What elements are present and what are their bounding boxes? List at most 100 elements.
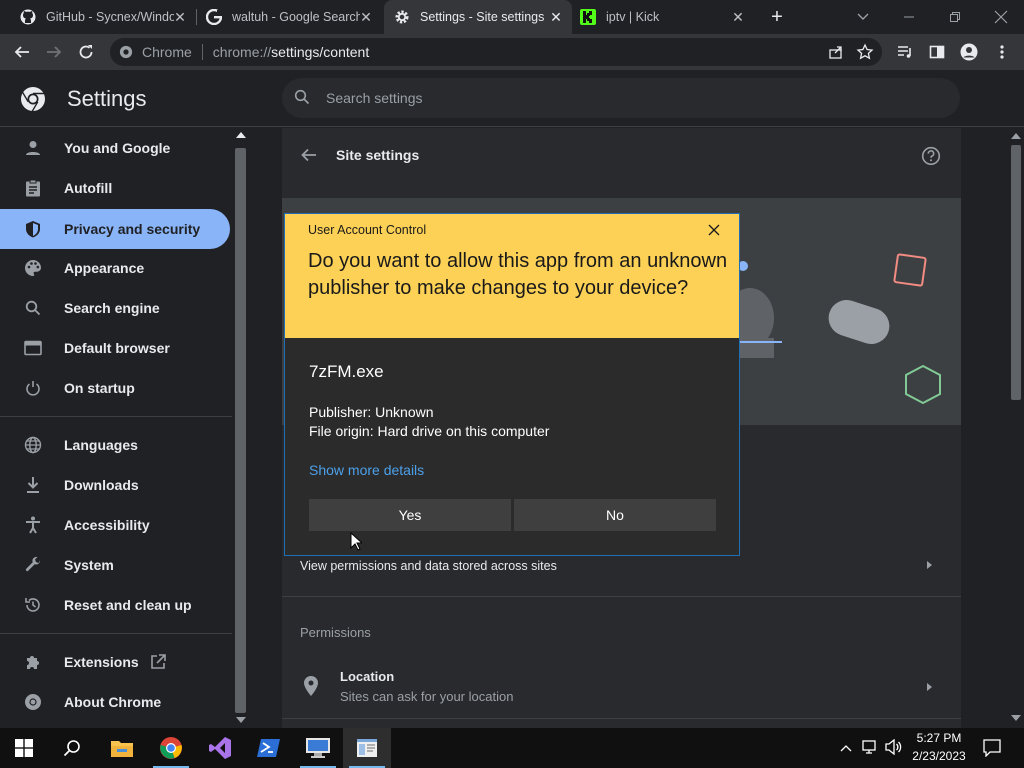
browser-icon <box>22 338 44 358</box>
sidebar-item-languages[interactable]: Languages <box>0 425 230 465</box>
sidebar-item-extensions[interactable]: Extensions <box>0 642 230 682</box>
settings-header: Settings Search settings <box>0 70 1024 127</box>
sidebar-item-appearance[interactable]: Appearance <box>0 248 230 288</box>
sidebar-item-downloads[interactable]: Downloads <box>0 465 230 505</box>
chevron-right-icon <box>927 561 932 569</box>
power-icon <box>22 378 44 398</box>
browser-toolbar: Chrome chrome://settings/content <box>0 34 1024 70</box>
tab-google-search[interactable]: waltuh - Google Search ✕ <box>198 0 382 34</box>
sidebar-item-label: About Chrome <box>64 694 162 710</box>
minimize-icon[interactable] <box>897 5 921 29</box>
network-icon[interactable] <box>862 739 880 760</box>
sidebar-item-privacy-security[interactable]: Privacy and security <box>0 209 230 249</box>
sidebar-item-about-chrome[interactable]: About Chrome <box>0 682 230 722</box>
reload-icon[interactable] <box>74 40 98 64</box>
back-arrow-icon[interactable] <box>300 146 318 169</box>
sidebar-item-label: Reset and clean up <box>64 597 192 613</box>
media-control-icon[interactable] <box>893 40 917 64</box>
remote-desktop-icon[interactable] <box>294 728 342 768</box>
sidebar-item-search-engine[interactable]: Search engine <box>0 288 230 328</box>
clock-date[interactable]: 2/23/2023 <box>905 749 973 763</box>
app-window-icon[interactable] <box>343 728 391 768</box>
back-icon[interactable] <box>10 40 34 64</box>
tab-title: waltuh - Google Search <box>232 10 360 24</box>
uac-banner: User Account Control Do you want to allo… <box>285 214 739 338</box>
url-scheme: chrome:// <box>212 44 272 60</box>
sidebar-item-label: Downloads <box>64 477 139 493</box>
address-bar[interactable]: Chrome chrome://settings/content <box>110 38 882 66</box>
sidebar-item-label: Search engine <box>64 300 160 316</box>
uac-question: Do you want to allow this app from an un… <box>308 250 728 299</box>
start-icon[interactable] <box>0 728 48 768</box>
shield-icon <box>22 219 44 239</box>
person-icon <box>22 138 44 158</box>
page-title: Settings <box>67 86 147 111</box>
search-placeholder: Search settings <box>326 90 423 106</box>
side-panel-icon[interactable] <box>925 40 949 64</box>
uac-window-title: User Account Control <box>308 223 427 237</box>
share-icon[interactable] <box>828 44 844 63</box>
search-settings-input[interactable]: Search settings <box>282 78 960 118</box>
close-tab-icon[interactable]: ✕ <box>548 9 564 25</box>
tray-chevron-up-icon[interactable] <box>840 741 852 759</box>
uac-dialog: User Account Control Do you want to allo… <box>284 213 740 556</box>
windows-taskbar: 5:27 PM 2/23/2023 <box>0 728 1024 768</box>
help-icon[interactable] <box>921 146 941 171</box>
location-subtitle: Sites can ask for your location <box>340 689 514 704</box>
menu-kebab-icon[interactable] <box>990 40 1014 64</box>
no-button[interactable]: No <box>514 499 716 531</box>
tab-title: Settings - Site settings <box>420 10 545 24</box>
show-more-details-link[interactable]: Show more details <box>309 462 424 478</box>
reset-icon <box>22 595 44 615</box>
url-path: settings/content <box>271 44 370 60</box>
sidebar-item-default-browser[interactable]: Default browser <box>0 328 230 368</box>
bookmark-star-icon[interactable] <box>856 43 874 64</box>
sidebar-item-system[interactable]: System <box>0 545 230 585</box>
clock-time[interactable]: 5:27 PM <box>905 731 973 745</box>
taskbar-search-icon[interactable] <box>48 728 96 768</box>
sidebar-item-label: Languages <box>64 437 138 453</box>
sidebar-item-label: Privacy and security <box>64 221 201 237</box>
notifications-icon[interactable] <box>983 739 1001 762</box>
close-tab-icon[interactable]: ✕ <box>730 9 746 25</box>
forward-icon[interactable] <box>42 40 66 64</box>
profile-avatar-icon[interactable] <box>957 40 981 64</box>
tab-github[interactable]: GitHub - Sycnex/Windo ✕ <box>12 0 196 34</box>
sidebar-item-autofill[interactable]: Autofill <box>0 168 230 208</box>
close-window-icon[interactable] <box>989 5 1013 29</box>
close-tab-icon[interactable]: ✕ <box>358 9 374 25</box>
puzzle-icon <box>22 652 44 672</box>
powershell-icon[interactable] <box>245 728 293 768</box>
tab-strip: GitHub - Sycnex/Windo ✕ waltuh - Google … <box>0 0 1024 34</box>
chrome-taskbar-icon[interactable] <box>147 728 195 768</box>
close-icon[interactable] <box>708 223 720 241</box>
restore-icon[interactable] <box>943 5 967 29</box>
close-tab-icon[interactable]: ✕ <box>172 9 188 25</box>
volume-icon[interactable] <box>885 738 903 760</box>
tab-search-chevron-icon[interactable] <box>851 5 875 29</box>
view-permissions-label: View permissions and data stored across … <box>300 559 557 573</box>
yes-button[interactable]: Yes <box>309 499 511 531</box>
tab-settings[interactable]: Settings - Site settings ✕ <box>384 0 572 34</box>
chrome-chip: Chrome <box>142 44 192 60</box>
kick-icon <box>580 9 596 25</box>
location-row[interactable]: Location Sites can ask for your location <box>282 656 961 718</box>
view-permissions-row[interactable]: View permissions and data stored across … <box>300 559 557 573</box>
chrome-icon <box>119 44 135 60</box>
sidebar-scrollbar[interactable] <box>232 128 250 728</box>
sidebar-item-reset[interactable]: Reset and clean up <box>0 585 230 625</box>
tab-kick[interactable]: iptv | Kick ✕ <box>574 0 754 34</box>
external-link-icon <box>150 654 166 673</box>
visual-studio-icon[interactable] <box>196 728 244 768</box>
main-scrollbar[interactable] <box>1008 128 1024 728</box>
sidebar-item-you-and-google[interactable]: You and Google <box>0 128 230 168</box>
sidebar-item-on-startup[interactable]: On startup <box>0 368 230 408</box>
sidebar-item-label: On startup <box>64 380 135 396</box>
clipboard-icon <box>22 178 44 198</box>
sidebar-item-label: Extensions <box>64 654 139 670</box>
new-tab-icon[interactable]: + <box>765 5 789 29</box>
uac-file-origin: File origin: Hard drive on this computer <box>309 423 550 439</box>
decorative-shapes <box>722 253 941 405</box>
sidebar-item-accessibility[interactable]: Accessibility <box>0 505 230 545</box>
file-explorer-icon[interactable] <box>98 728 146 768</box>
